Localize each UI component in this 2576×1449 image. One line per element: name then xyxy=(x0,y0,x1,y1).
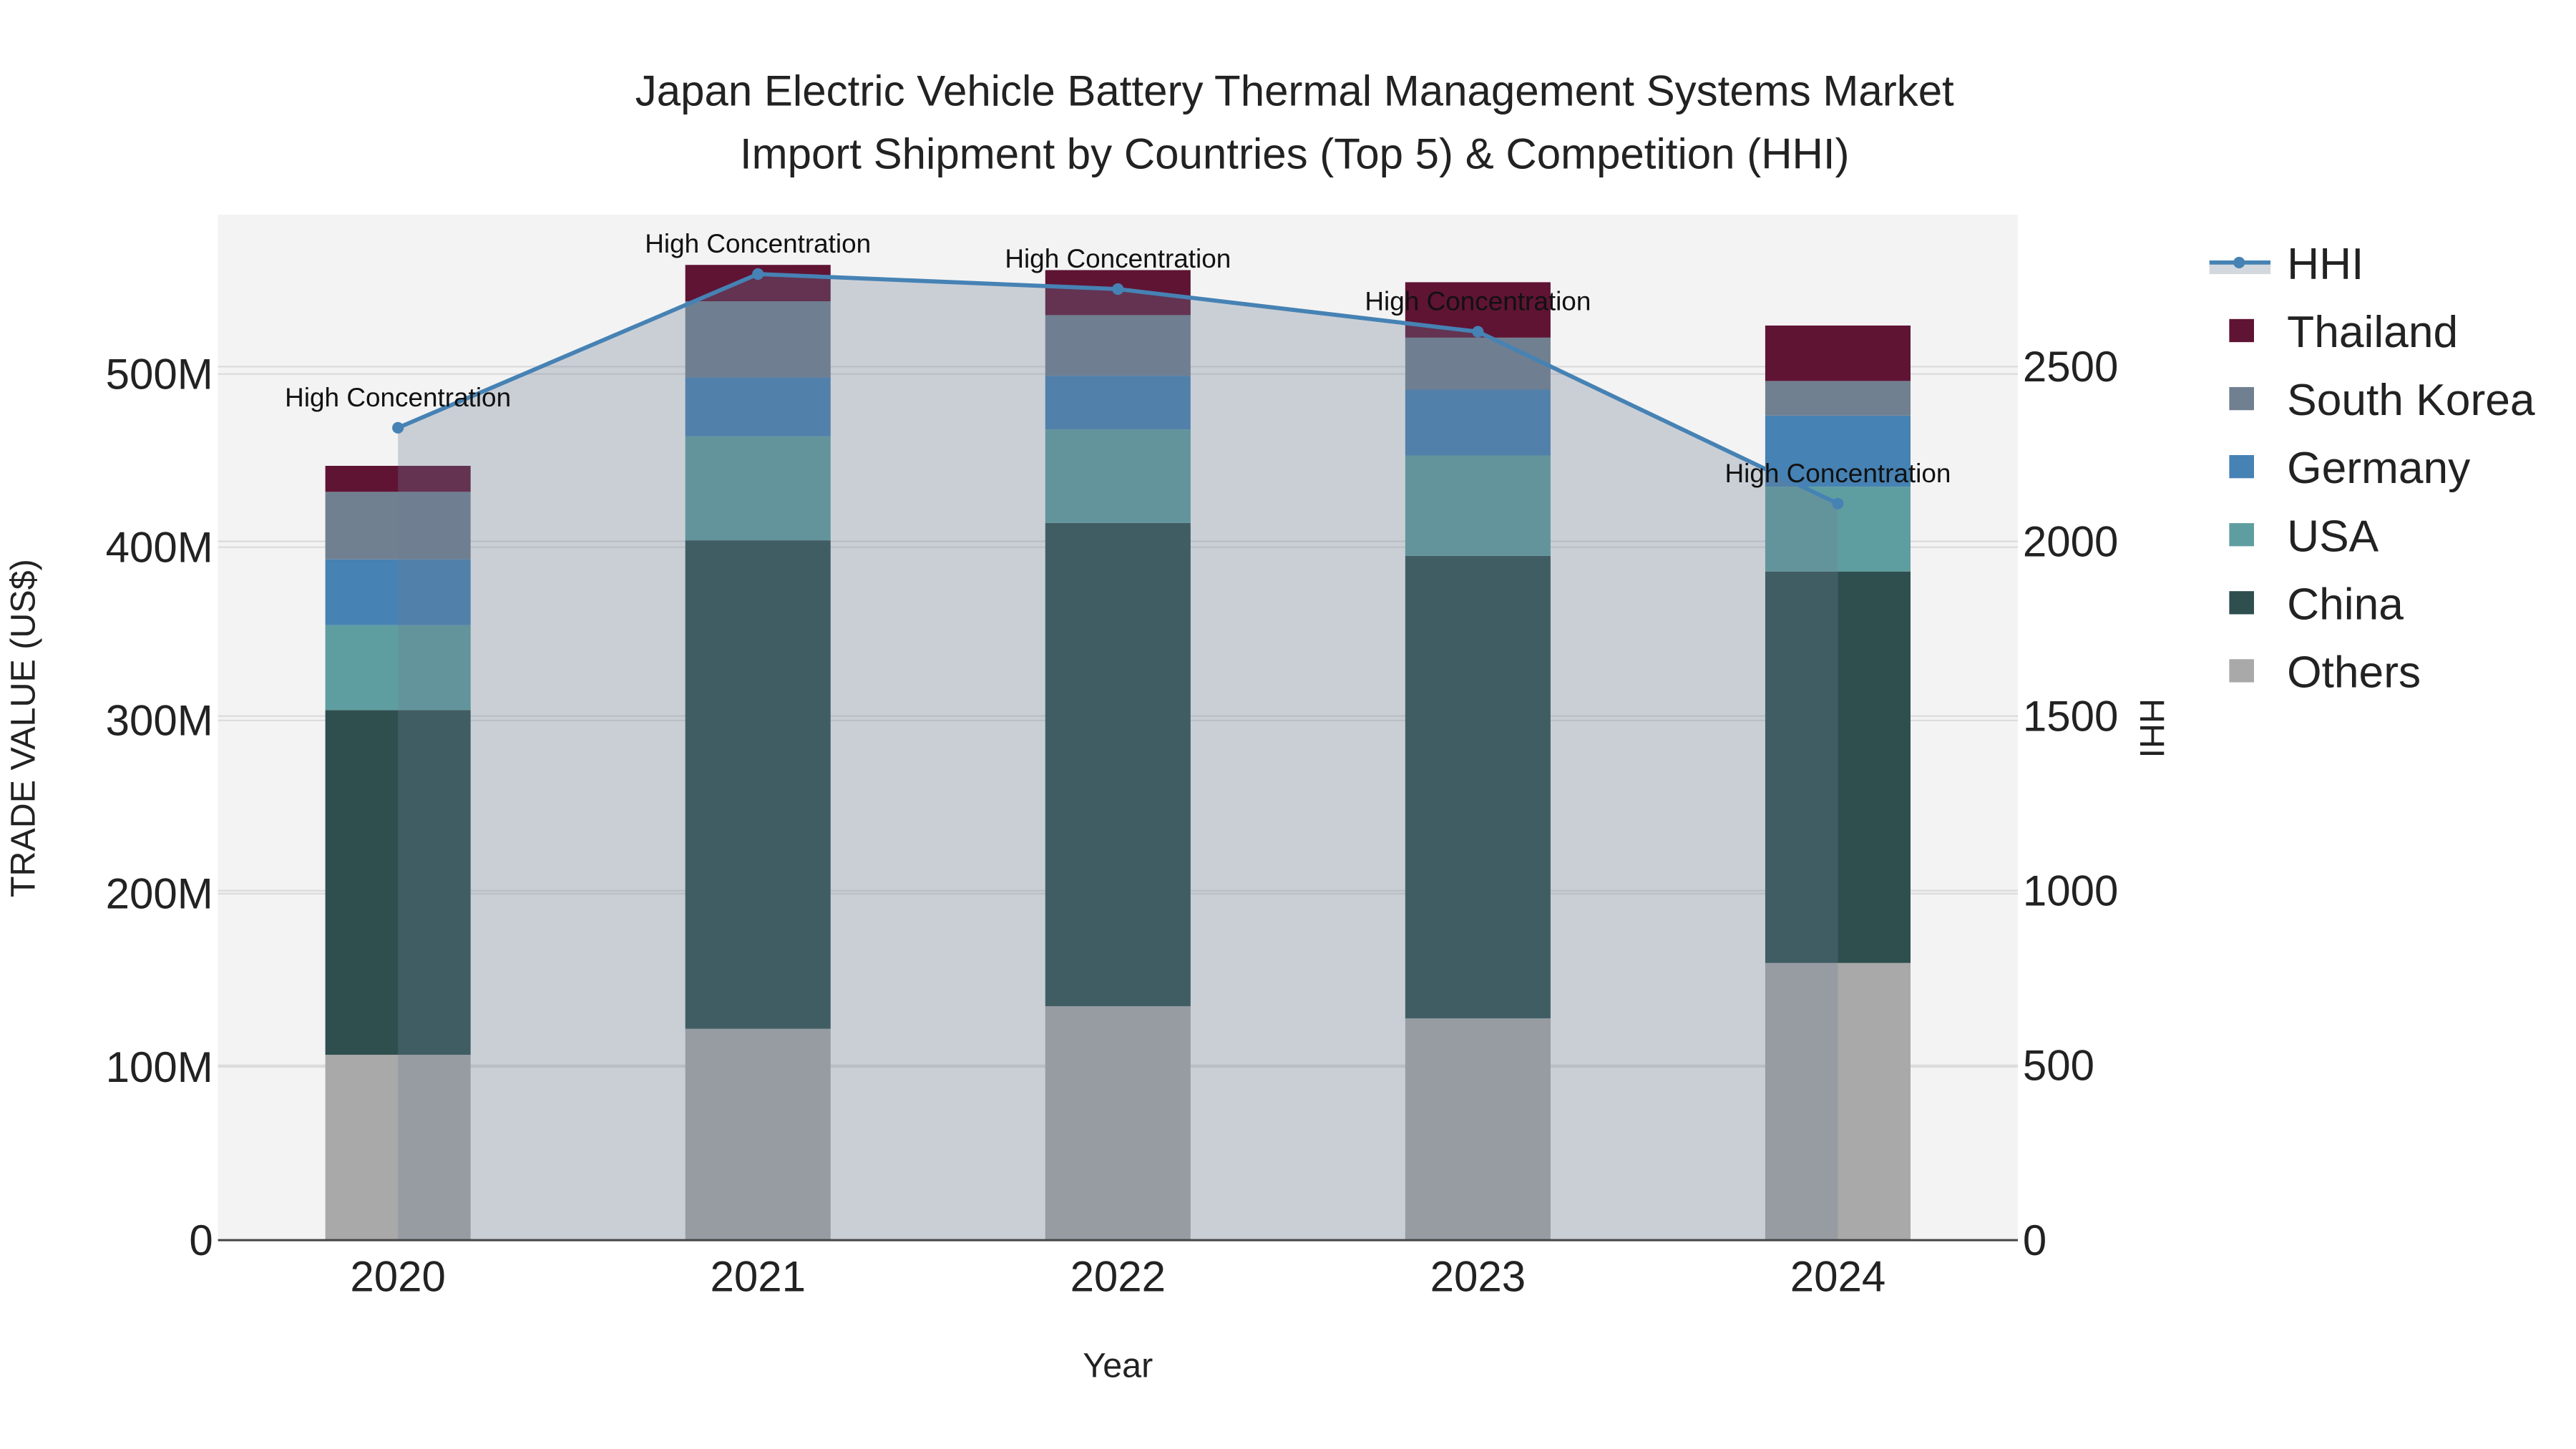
hhi-annotation: High Concentration xyxy=(645,229,871,258)
x-tick-label: 2021 xyxy=(710,1253,805,1301)
hhi-annotation: High Concentration xyxy=(285,383,511,412)
legend-swatch-others xyxy=(2229,659,2254,683)
hhi-annotation: High Concentration xyxy=(1365,287,1591,316)
chart-title-line2: Import Shipment by Countries (Top 5) & C… xyxy=(740,130,1850,177)
bar-south-korea xyxy=(1765,381,1911,416)
y2-tick-label: 500 xyxy=(2023,1042,2094,1090)
legend-hhi-marker xyxy=(2233,256,2245,268)
y-tick-label: 200M xyxy=(106,870,213,918)
y-tick-label: 400M xyxy=(106,524,213,572)
hhi-point xyxy=(752,268,764,280)
legend-swatch-germany xyxy=(2229,455,2254,479)
y-tick-label: 500M xyxy=(106,350,213,398)
y2-tick-label: 1000 xyxy=(2023,867,2118,915)
hhi-point xyxy=(1472,326,1484,338)
legend-label: HHI xyxy=(2287,240,2363,289)
legend-swatch-thailand xyxy=(2229,318,2254,343)
hhi-annotation: High Concentration xyxy=(1005,244,1231,273)
x-tick-label: 2020 xyxy=(350,1253,445,1301)
x-axis-title: Year xyxy=(1083,1347,1153,1385)
y2-tick-label: 2000 xyxy=(2023,517,2118,565)
y2-axis-title: HHI xyxy=(2132,698,2171,758)
hhi-area-fill xyxy=(398,274,1838,1241)
x-tick-label: 2024 xyxy=(1790,1253,1885,1301)
x-tick-label: 2023 xyxy=(1430,1253,1526,1301)
legend-label: Thailand xyxy=(2287,308,2458,357)
y-tick-label: 0 xyxy=(189,1216,213,1264)
bar-thailand xyxy=(1765,325,1911,381)
hhi-point xyxy=(1112,283,1124,296)
legend-label: Others xyxy=(2287,648,2421,697)
chart-title-line1: Japan Electric Vehicle Battery Thermal M… xyxy=(635,67,1954,115)
legend-swatch-china xyxy=(2229,591,2254,615)
legend-swatch-usa xyxy=(2229,523,2254,547)
y-tick-label: 300M xyxy=(106,697,213,745)
y-tick-label: 100M xyxy=(106,1043,213,1091)
y-axis-title: TRADE VALUE (US$) xyxy=(4,559,42,897)
y2-tick-label: 2500 xyxy=(2023,343,2118,391)
hhi-point xyxy=(392,421,404,434)
legend: HHI Thailand South Korea Germany USA China Oth… xyxy=(2209,240,2535,697)
y2-tick-label: 1500 xyxy=(2023,692,2118,740)
legend-label: USA xyxy=(2287,512,2379,561)
y2-tick-label: 0 xyxy=(2023,1216,2046,1264)
chart: High Concentration High Concentration High… xyxy=(4,67,2535,1385)
x-tick-label: 2022 xyxy=(1070,1253,1166,1301)
legend-swatch-south-korea xyxy=(2229,386,2254,411)
legend-label: China xyxy=(2287,580,2404,629)
legend-label: South Korea xyxy=(2287,376,2535,425)
hhi-annotation: High Concentration xyxy=(1724,459,1951,488)
legend-label: Germany xyxy=(2287,444,2471,493)
hhi-point xyxy=(1832,497,1844,509)
